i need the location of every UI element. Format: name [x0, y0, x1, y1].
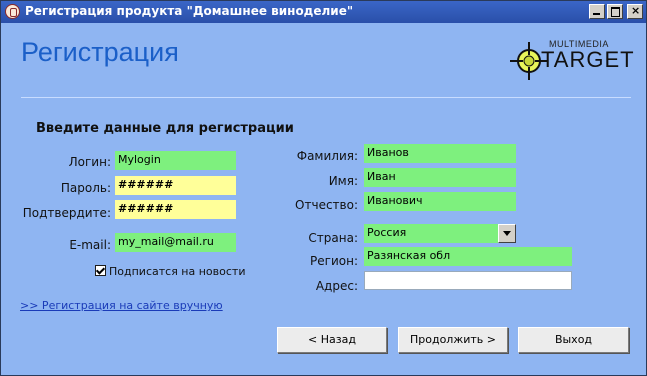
- patronymic-label: Отчество:: [295, 198, 358, 212]
- region-field[interactable]: Разянская обл: [364, 247, 572, 266]
- newsletter-label[interactable]: Подписатся на новости: [109, 265, 245, 278]
- login-field[interactable]: Mylogin: [115, 151, 236, 170]
- exit-button[interactable]: Выход: [518, 327, 629, 353]
- login-label: Логин:: [68, 155, 111, 169]
- confirm-label: Подтвердите:: [22, 206, 111, 220]
- email-label: E-mail:: [69, 238, 111, 252]
- manual-registration-link[interactable]: >> Регистрация на сайте вручную: [20, 299, 223, 312]
- patronymic-field[interactable]: Иванович: [364, 192, 516, 211]
- lastname-field[interactable]: Иванов: [364, 144, 516, 163]
- address-field[interactable]: [364, 271, 572, 290]
- password-field[interactable]: ######: [115, 176, 236, 195]
- firstname-label: Имя:: [328, 174, 358, 188]
- confirm-password-field[interactable]: ######: [115, 200, 236, 219]
- password-label: Пароль:: [60, 181, 111, 195]
- maximize-button[interactable]: [607, 4, 623, 19]
- header-divider: [21, 97, 631, 98]
- newsletter-checkbox[interactable]: [95, 265, 106, 276]
- close-button[interactable]: ×: [627, 4, 643, 19]
- country-label: Страна:: [308, 231, 358, 245]
- window-title: Регистрация продукта "Домашнее виноделие…: [25, 4, 354, 18]
- page-title: Регистрация: [21, 37, 179, 67]
- chevron-down-icon[interactable]: [498, 224, 516, 243]
- minimize-button[interactable]: [589, 4, 605, 19]
- logo-target-text: TARGET: [541, 47, 635, 72]
- back-button[interactable]: < Назад: [277, 327, 387, 353]
- target-logo: MULTIMEDIA TARGET: [507, 37, 635, 83]
- address-label: Адрес:: [315, 279, 358, 293]
- country-select[interactable]: Россия: [364, 224, 498, 243]
- continue-button[interactable]: Продолжить >: [398, 327, 508, 353]
- email-field[interactable]: my_mail@mail.ru: [115, 233, 236, 252]
- section-title: Введите данные для регистрации: [36, 121, 294, 136]
- firstname-field[interactable]: Иван: [364, 168, 516, 187]
- region-label: Регион:: [310, 254, 358, 268]
- close-icon: ×: [631, 4, 641, 17]
- registration-window: Регистрация продукта "Домашнее виноделие…: [0, 0, 647, 376]
- title-bar[interactable]: Регистрация продукта "Домашнее виноделие…: [1, 1, 646, 23]
- lastname-label: Фамилия:: [296, 149, 358, 163]
- app-icon: [5, 4, 20, 19]
